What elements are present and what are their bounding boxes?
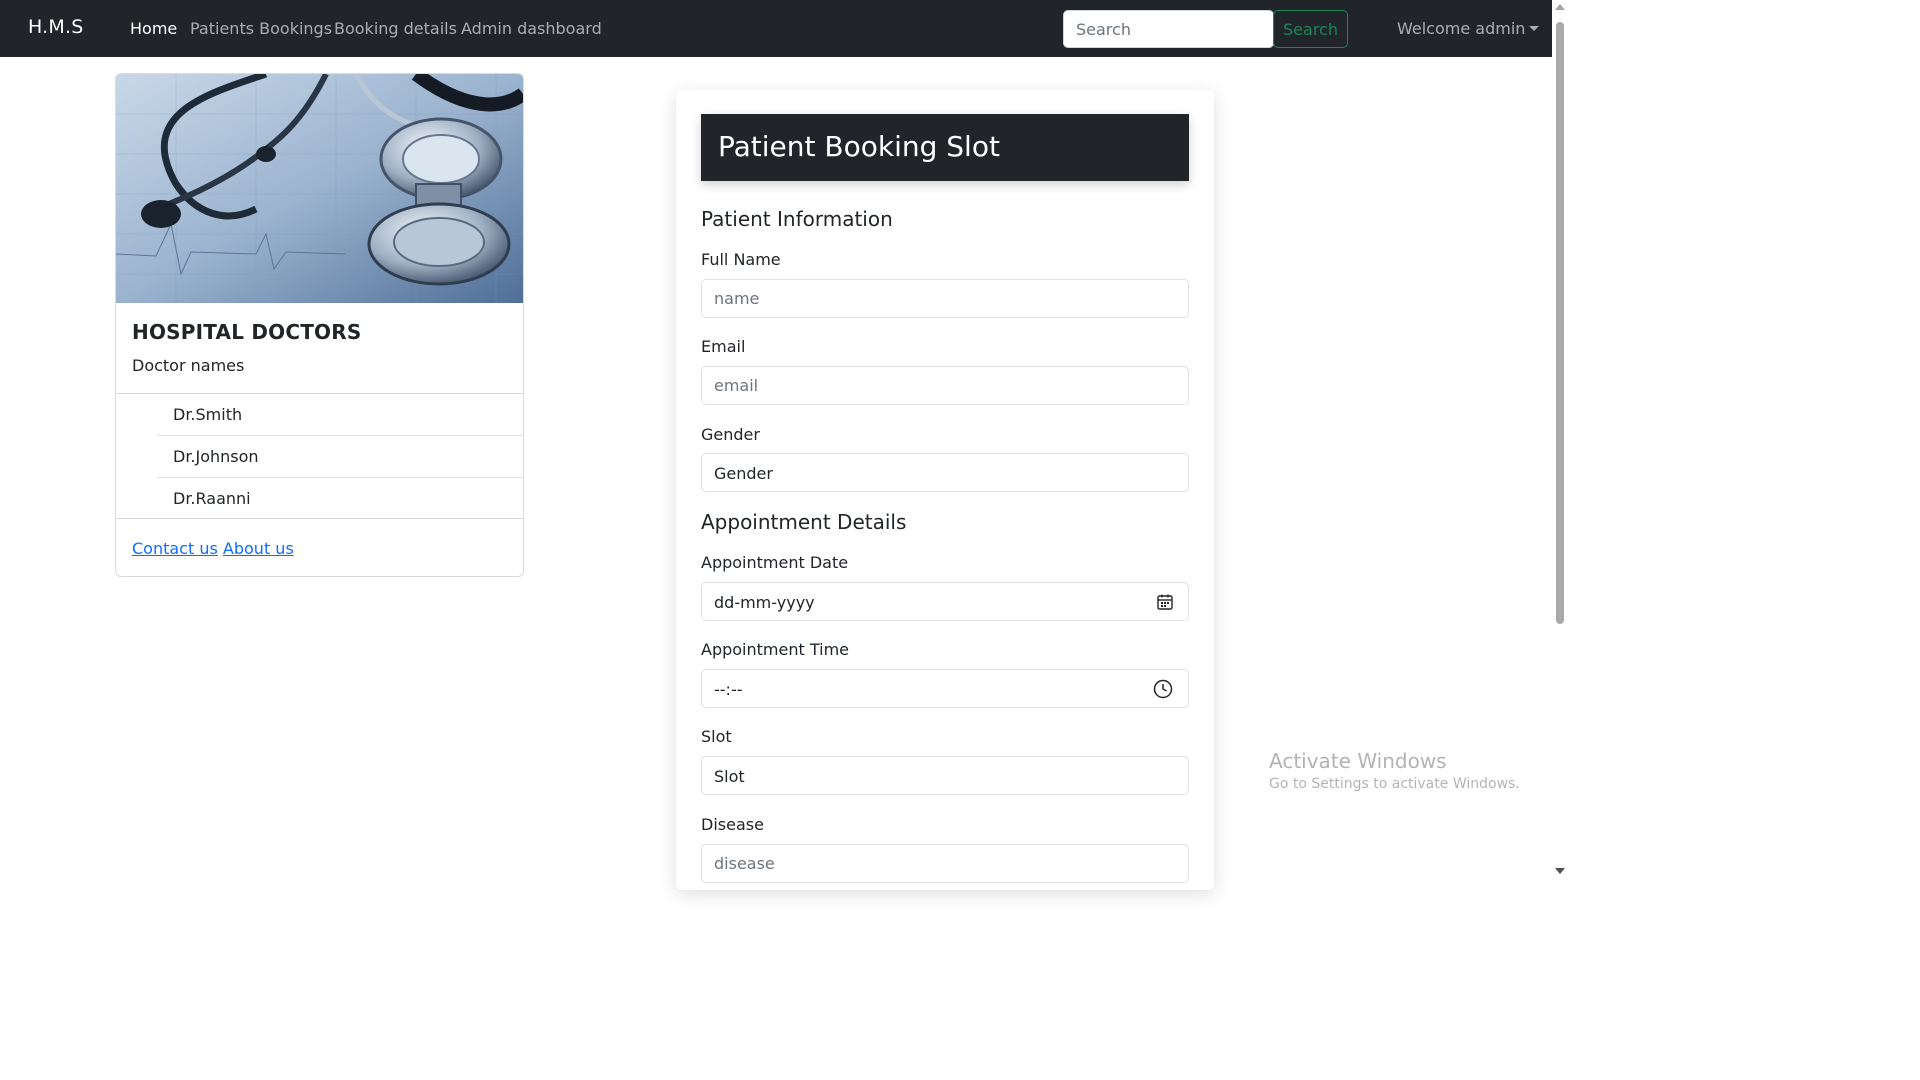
appointment-date-label: Appointment Date (701, 553, 849, 572)
appointment-time-value: --:-- (714, 680, 743, 699)
full-name-field (701, 279, 1189, 318)
card-subtitle: Doctor names (132, 356, 245, 375)
top-navbar: H.M.S Home Patients Bookings Booking det… (0, 0, 1552, 57)
form-header: Patient Booking Slot (701, 114, 1189, 181)
email-field (701, 366, 1189, 405)
disease-input[interactable] (702, 845, 1188, 882)
user-menu-dropdown[interactable]: Welcome admin (1397, 19, 1540, 38)
calendar-icon[interactable] (1156, 593, 1174, 611)
booking-form-card: Patient Booking Slot Patient Information… (676, 90, 1214, 890)
appointment-date-field[interactable]: dd-mm-yyyy (701, 582, 1189, 621)
appointment-details-heading: Appointment Details (701, 510, 907, 534)
disease-label: Disease (701, 815, 764, 834)
nav-link-admin-dashboard[interactable]: Admin dashboard (461, 19, 602, 38)
activate-windows-subtitle: Go to Settings to activate Windows. (1269, 776, 1520, 792)
gender-select[interactable]: Gender (701, 453, 1189, 492)
doctor-list-item: Dr.Raanni (157, 478, 523, 520)
full-name-input[interactable] (702, 280, 1188, 317)
list-divider-bottom (116, 518, 523, 519)
doctor-name: Dr.Smith (173, 405, 243, 424)
scroll-down-arrow-icon[interactable] (1555, 868, 1565, 874)
caret-down-icon (1529, 26, 1540, 31)
form-title: Patient Booking Slot (718, 130, 1000, 163)
card-title: HOSPITAL DOCTORS (132, 320, 362, 344)
slot-label: Slot (701, 727, 732, 746)
contact-us-link[interactable]: Contact us (132, 539, 218, 558)
search-button[interactable]: Search (1273, 10, 1348, 48)
gender-label: Gender (701, 425, 760, 444)
activate-windows-title: Activate Windows (1269, 749, 1447, 773)
clock-icon[interactable] (1153, 679, 1173, 699)
page-scrollbar[interactable] (1552, 0, 1568, 882)
gender-select-value: Gender (714, 464, 773, 483)
scroll-up-arrow-icon[interactable] (1555, 4, 1565, 10)
full-name-label: Full Name (701, 250, 781, 269)
slot-select-value: Slot (714, 767, 745, 786)
welcome-label: Welcome admin (1397, 19, 1526, 38)
about-us-link[interactable]: About us (223, 539, 294, 558)
search-input[interactable] (1063, 10, 1274, 48)
disease-field (701, 844, 1189, 883)
appointment-date-value: dd-mm-yyyy (714, 593, 815, 612)
doctor-list-item: Dr.Johnson (157, 436, 523, 478)
scrollbar-thumb[interactable] (1556, 22, 1564, 624)
patient-information-heading: Patient Information (701, 207, 893, 231)
card-footer-links: Contact us About us (132, 539, 294, 558)
nav-link-booking-details[interactable]: Booking details (334, 19, 457, 38)
doctor-list-item: Dr.Smith (157, 394, 523, 436)
brand-logo[interactable]: H.M.S (28, 16, 84, 38)
appointment-time-label: Appointment Time (701, 640, 849, 659)
slot-select[interactable]: Slot (701, 756, 1189, 795)
doctor-name: Dr.Johnson (173, 447, 259, 466)
nav-link-home[interactable]: Home (130, 19, 177, 38)
email-input[interactable] (702, 367, 1188, 404)
email-label: Email (701, 337, 746, 356)
stethoscope-image (116, 74, 523, 303)
doctor-name: Dr.Raanni (173, 489, 251, 508)
doctors-card: HOSPITAL DOCTORS Doctor names Dr.Smith D… (115, 73, 524, 577)
appointment-time-field[interactable]: --:-- (701, 669, 1189, 708)
nav-link-patients-bookings[interactable]: Patients Bookings (190, 19, 332, 38)
